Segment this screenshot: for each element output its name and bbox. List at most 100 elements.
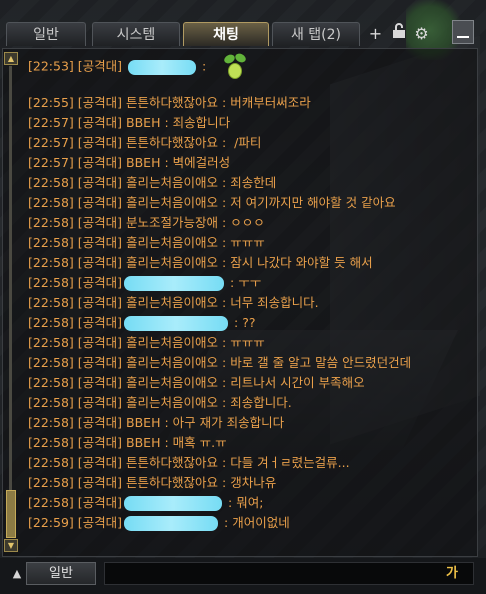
minimize-button[interactable] (452, 20, 474, 44)
chat-message: 바로 갤 줄 알고 말씀 안드렸던건데 (230, 355, 412, 370)
chat-channel: [공격대] (77, 58, 123, 74)
chat-line: [22:58] [공격대] 흘리는처음이애오 : 너무 죄송합니다. (28, 293, 319, 313)
chat-input[interactable] (104, 562, 474, 585)
tab-general[interactable]: 일반 (6, 22, 86, 46)
chat-time: [22:58] (28, 495, 74, 510)
tab-new-2[interactable]: 새 탭(2) (272, 22, 360, 46)
chat-separator: : (218, 135, 235, 150)
chat-line: [22:53] [공격대] : (28, 52, 248, 79)
chat-sender[interactable]: 흘리는처음이애오 (126, 355, 218, 370)
chat-channel: [공격대] (77, 475, 123, 490)
chat-line: [22:58] [공격대] 튼튼하다했잖아요 : 갱차나유 (28, 473, 276, 493)
chat-line: [22:57] [공격대] BBEH : 죄송합니다 (28, 113, 230, 133)
chat-time: [22:55] (28, 95, 74, 110)
chat-line: [22:58] [공격대] : 뭐여; (28, 493, 263, 513)
chat-message: /파티 (234, 135, 262, 150)
chat-separator: : (218, 255, 231, 270)
chat-message: 갱차나유 (230, 475, 277, 490)
chat-sender[interactable]: 튼튼하다했잖아요 (126, 455, 218, 470)
chat-sender[interactable]: 튼튼하다했잖아요 (126, 135, 218, 150)
chat-sender[interactable]: 흘리는처음이애오 (126, 255, 218, 270)
channel-select-button[interactable]: 일반 (26, 562, 96, 585)
chat-line: [22:57] [공격대] 튼튼하다했잖아요 : /파티 (28, 133, 261, 153)
chat-separator: : (220, 515, 233, 530)
expand-up-icon[interactable]: ▲ (8, 563, 26, 585)
chat-sender[interactable]: 흘리는처음이애오 (126, 335, 218, 350)
chat-channel: [공격대] (77, 515, 123, 530)
chat-line: [22:55] [공격대] 튼튼하다했잖아요 : 버캐부터써조라 (28, 93, 311, 113)
chat-time: [22:58] (28, 315, 74, 330)
tab-system[interactable]: 시스템 (92, 22, 180, 46)
chat-separator: : (218, 475, 231, 490)
chat-time: [22:58] (28, 395, 74, 410)
chat-channel: [공격대] (77, 195, 123, 210)
scroll-thumb[interactable] (6, 490, 16, 538)
chat-channel: [공격대] (77, 495, 123, 510)
chat-sender[interactable]: BBEH (126, 155, 160, 170)
minimize-icon (457, 36, 469, 38)
chat-line: [22:58] [공격대] BBEH : 매혹 ㅠ.ㅠ (28, 433, 227, 453)
chat-line: [22:58] [공격대] 흘리는처음이애오 : 리트나서 시간이 부족해오 (28, 373, 365, 393)
chat-message: 뭐여; (236, 495, 264, 510)
chat-message: 잠시 나갔다 와야할 듯 해서 (230, 255, 373, 270)
chat-line: [22:58] [공격대] 흘리는처음이애오 : 죄송한데 (28, 173, 276, 193)
scroll-up-arrow-icon[interactable]: ▲ (4, 52, 18, 65)
chat-channel: [공격대] (77, 255, 123, 270)
chat-channel: [공격대] (77, 275, 123, 290)
chat-line: [22:57] [공격대] BBEH : 벽에걸러성 (28, 153, 230, 173)
sprout-emoticon-icon (222, 52, 248, 81)
chat-message: 아구 재가 죄송합니다 (172, 415, 285, 430)
plus-icon[interactable]: + (367, 22, 384, 46)
chat-scrollbar[interactable]: ▲ ▼ (4, 52, 18, 552)
chat-time: [22:58] (28, 455, 74, 470)
gear-icon[interactable]: ⚙ (413, 22, 430, 46)
chat-channel: [공격대] (77, 175, 123, 190)
chat-line: [22:58] [공격대] 흘리는처음이애오 : ㅠㅠㅠ (28, 333, 265, 353)
chat-separator: : (198, 58, 207, 74)
chat-separator: : (224, 495, 237, 510)
chat-separator: : (230, 315, 243, 330)
chat-channel: [공격대] (77, 455, 123, 470)
chat-sender[interactable]: 흘리는처음이애오 (126, 235, 218, 250)
chat-separator: : (160, 415, 173, 430)
chat-sender[interactable]: 흘리는처음이애오 (126, 295, 218, 310)
tab-chat[interactable]: 채팅 (183, 22, 269, 46)
chat-sender[interactable]: 튼튼하다했잖아요 (126, 475, 218, 490)
chat-time: [22:58] (28, 435, 74, 450)
lock-icon[interactable] (390, 22, 407, 46)
chat-sender[interactable]: 흘리는처음이애오 (126, 375, 218, 390)
chat-message: 죄송합니다 (172, 115, 231, 130)
chat-sender[interactable]: 튼튼하다했잖아요 (126, 95, 218, 110)
scroll-down-arrow-icon[interactable]: ▼ (4, 539, 18, 552)
chat-message: ㅠㅠㅠ (230, 335, 265, 350)
ime-indicator[interactable]: 가 (446, 562, 458, 585)
chat-message: 매혹 ㅠ.ㅠ (172, 435, 227, 450)
chat-sender[interactable]: 흘리는처음이애오 (126, 395, 218, 410)
chat-sender[interactable]: 흘리는처음이애오 (126, 195, 218, 210)
chat-message: ㅜㅜ (238, 275, 262, 290)
chat-time: [22:58] (28, 335, 74, 350)
chat-sender[interactable]: 분노조절가능장애 (126, 215, 218, 230)
chat-channel: [공격대] (77, 215, 123, 230)
chat-message: 벽에걸러성 (172, 155, 231, 170)
chat-channel: [공격대] (77, 415, 123, 430)
chat-message: ?? (242, 315, 256, 330)
chat-message: 다들 겨ㅓㄹ렸는걸류... (230, 455, 350, 470)
chat-channel: [공격대] (77, 155, 123, 170)
chat-time: [22:58] (28, 355, 74, 370)
chat-time: [22:58] (28, 415, 74, 430)
chat-sender[interactable]: BBEH (126, 415, 160, 430)
chat-time: [22:58] (28, 475, 74, 490)
chat-sender[interactable]: 흘리는처음이애오 (126, 175, 218, 190)
chat-channel: [공격대] (77, 355, 123, 370)
chat-time: [22:59] (28, 515, 74, 530)
chat-separator: : (218, 215, 231, 230)
redacted-name (128, 59, 197, 75)
chat-channel: [공격대] (77, 335, 123, 350)
scroll-track[interactable] (9, 66, 12, 538)
chat-separator: : (218, 375, 231, 390)
tab-toolbar: + ⚙ (367, 22, 430, 46)
chat-line: [22:58] [공격대] BBEH : 아구 재가 죄송합니다 (28, 413, 284, 433)
chat-sender[interactable]: BBEH (126, 115, 160, 130)
chat-sender[interactable]: BBEH (126, 435, 160, 450)
